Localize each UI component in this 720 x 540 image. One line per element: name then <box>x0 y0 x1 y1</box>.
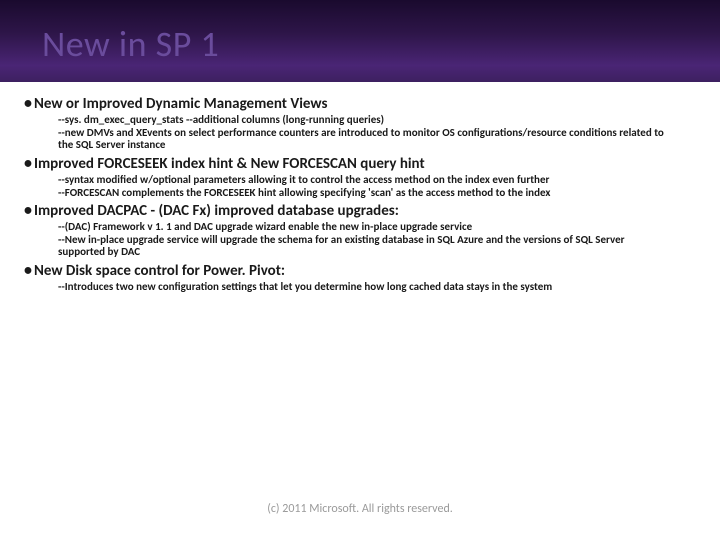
section-heading: •Improved DACPAC - (DAC Fx) improved dat… <box>24 201 696 220</box>
section-heading: •New or Improved Dynamic Management View… <box>24 94 696 113</box>
section-item: --Introduces two new configuration setti… <box>58 281 696 294</box>
slide-title: New in SP 1 <box>42 22 720 66</box>
section-item: --sys. dm_exec_query_stats --additional … <box>58 114 696 127</box>
section-heading: •Improved FORCESEEK index hint & New FOR… <box>24 154 696 173</box>
section-item: --syntax modified w/optional parameters … <box>58 174 696 187</box>
bullet-icon: • <box>24 154 32 173</box>
title-band: New in SP 1 <box>0 0 720 82</box>
section-heading-text: Improved DACPAC - (DAC Fx) improved data… <box>34 202 399 220</box>
section-item: --FORCESCAN complements the FORCESEEK hi… <box>58 187 696 200</box>
section-item: --New in-place upgrade service will upgr… <box>58 234 696 259</box>
section-heading-text: New Disk space control for Power. Pivot: <box>34 262 285 280</box>
bullet-icon: • <box>24 201 32 220</box>
section-heading: •New Disk space control for Power. Pivot… <box>24 261 696 280</box>
section-heading-text: Improved FORCESEEK index hint & New FORC… <box>34 155 425 173</box>
slide-footer: (c) 2011 Microsoft. All rights reserved. <box>0 502 720 516</box>
bullet-icon: • <box>24 261 32 280</box>
section-item: --new DMVs and XEvents on select perform… <box>58 127 696 152</box>
section-heading-text: New or Improved Dynamic Management Views <box>34 95 327 113</box>
bullet-icon: • <box>24 94 32 113</box>
slide-content: •New or Improved Dynamic Management View… <box>0 82 720 294</box>
section-item: --(DAC) Framework v 1. 1 and DAC upgrade… <box>58 221 696 234</box>
